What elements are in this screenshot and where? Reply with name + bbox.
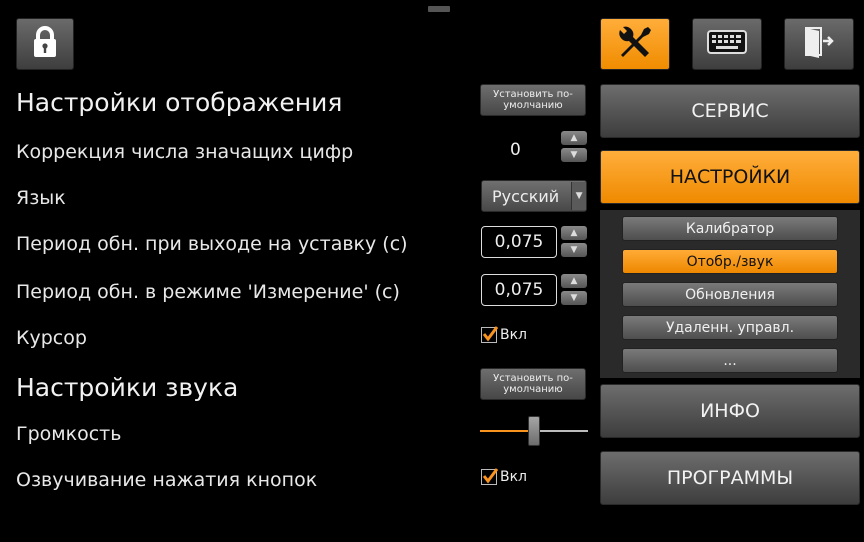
keyboard-icon	[707, 30, 747, 58]
click-sound-checkbox-label: Вкл	[500, 469, 528, 485]
tools-icon	[615, 23, 655, 65]
submenu-item-updates[interactable]: Обновления	[622, 282, 838, 307]
display-settings-heading: Настройки отображения	[16, 88, 343, 117]
digits-correction-value: 0	[510, 140, 521, 160]
cursor-label: Курсор	[16, 327, 87, 349]
setpoint-period-input[interactable]: 0,075	[481, 226, 557, 258]
volume-slider[interactable]	[480, 416, 588, 446]
measure-period-decrement-button[interactable]: ▼	[561, 291, 587, 305]
language-select[interactable]: Русский ▼	[481, 180, 587, 212]
drag-handle[interactable]	[428, 6, 450, 12]
lock-icon	[31, 25, 59, 63]
digits-decrement-button[interactable]: ▼	[561, 148, 587, 162]
measure-period-label: Период обн. в режиме 'Измерение' (с)	[16, 281, 400, 303]
cursor-checkbox[interactable]: Вкл	[481, 326, 528, 343]
click-sound-checkbox[interactable]: Вкл	[481, 468, 528, 485]
settings-tab-button[interactable]	[600, 18, 670, 70]
exit-button[interactable]	[784, 18, 854, 70]
volume-label: Громкость	[16, 423, 122, 445]
volume-slider-track-filled	[480, 430, 534, 432]
volume-slider-handle[interactable]	[528, 416, 540, 446]
submenu-item-remote-control[interactable]: Удаленн. управл.	[622, 315, 838, 340]
menu-info-button[interactable]: ИНФО	[600, 384, 860, 438]
measure-period-input[interactable]: 0,075	[481, 274, 557, 306]
measure-period-increment-button[interactable]: ▲	[561, 274, 587, 288]
menu-programs-button[interactable]: ПРОГРАММЫ	[600, 451, 860, 505]
menu-service-button[interactable]: СЕРВИС	[600, 84, 860, 138]
checkmark-icon	[481, 468, 498, 485]
setpoint-period-decrement-button[interactable]: ▼	[561, 243, 587, 257]
checkmark-icon	[481, 326, 498, 343]
language-label: Язык	[16, 187, 66, 209]
keyboard-button[interactable]	[692, 18, 762, 70]
menu-settings-button[interactable]: НАСТРОЙКИ	[600, 150, 860, 204]
submenu-item-calibrator[interactable]: Калибратор	[622, 216, 838, 241]
setpoint-period-increment-button[interactable]: ▲	[561, 226, 587, 240]
sound-settings-heading: Настройки звука	[16, 373, 239, 402]
language-select-value: Русский	[492, 186, 560, 206]
display-default-button[interactable]: Установить по-умолчанию	[480, 84, 586, 116]
chevron-down-icon: ▼	[571, 182, 586, 210]
setpoint-period-label: Период обн. при выходе на уставку (с)	[16, 233, 408, 255]
exit-door-icon	[803, 25, 835, 63]
cursor-checkbox-label: Вкл	[500, 327, 528, 343]
volume-slider-track	[534, 430, 588, 432]
digits-increment-button[interactable]: ▲	[561, 131, 587, 145]
submenu-item-display-sound[interactable]: Отобр./звук	[622, 249, 838, 274]
sound-default-button[interactable]: Установить по-умолчанию	[480, 368, 586, 400]
lock-button[interactable]	[16, 18, 74, 70]
digits-correction-label: Коррекция числа значащих цифр	[16, 141, 354, 163]
click-sound-label: Озвучивание нажатия кнопок	[16, 469, 318, 491]
submenu-item-more[interactable]: ...	[622, 348, 838, 373]
